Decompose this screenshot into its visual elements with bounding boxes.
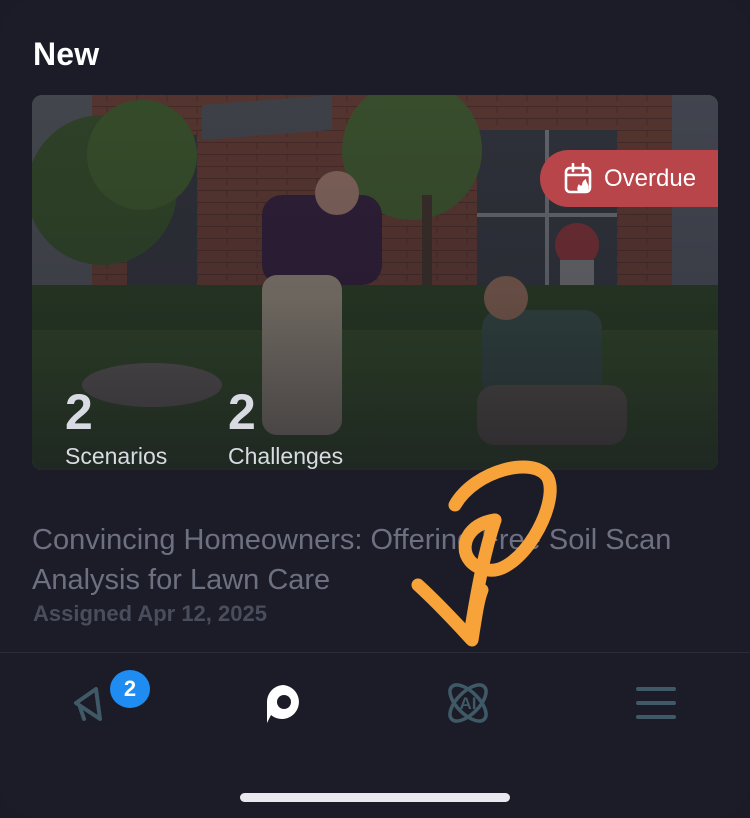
training-card[interactable]: Overdue 2 Scenarios 2 Challenges [32,95,718,470]
notification-badge: 2 [110,670,150,708]
section-title: New [33,36,100,72]
tab-home[interactable] [243,673,323,733]
overdue-badge: Overdue [540,150,718,207]
svg-text:AI: AI [460,694,477,713]
menu-icon [636,687,676,719]
overdue-label: Overdue [604,164,697,192]
home-indicator[interactable] [240,793,510,802]
scenarios-stat: 2 Scenarios [65,385,167,470]
assigned-date: Assigned Apr 12, 2025 [33,601,267,626]
bottom-tab-bar: AI [0,653,750,753]
app-frame: New Overdue 2 Scenarios 2 Challenges Con… [0,0,750,818]
tab-ai[interactable]: AI [428,673,508,733]
scenarios-count: 2 [65,384,93,440]
tab-menu[interactable] [616,673,696,733]
chat-bubble-icon [266,685,299,723]
challenges-label: Challenges [228,443,344,469]
challenges-count: 2 [228,384,256,440]
calendar-flame-icon [564,162,592,193]
course-title[interactable]: Convincing Homeowners: Offering Free Soi… [32,520,722,600]
megaphone-icon [74,687,102,721]
scenarios-label: Scenarios [65,443,168,469]
ai-atom-icon: AI [448,683,488,723]
challenges-stat: 2 Challenges [228,385,343,470]
